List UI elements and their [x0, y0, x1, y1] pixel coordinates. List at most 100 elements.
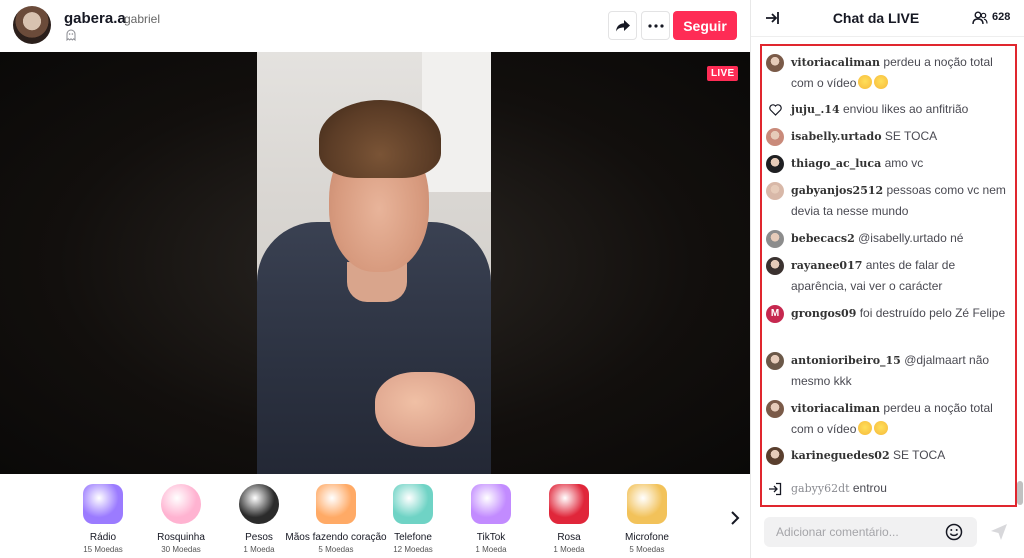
chat-username[interactable]: bebecacs2 — [791, 232, 855, 245]
host-avatar[interactable] — [13, 6, 51, 44]
comment-bar — [764, 517, 977, 547]
chat-text: entrou — [852, 481, 887, 495]
chat-message: juju_.14 enviou likes ao anfitrião — [766, 99, 1011, 120]
laughing-emoji-icon — [874, 421, 889, 435]
video-person-hair — [319, 100, 441, 178]
host-nickname: gabriel — [124, 12, 161, 26]
chat-username[interactable]: juju_.14 — [791, 103, 840, 116]
gift-item[interactable]: Microfone 5 Moedas — [592, 474, 702, 554]
send-icon[interactable] — [990, 523, 1008, 541]
chat-username[interactable]: gabyanjos2512 — [791, 184, 883, 197]
video-frame — [257, 52, 491, 474]
chat-text: SE TOCA — [892, 448, 946, 462]
gift-price: 5 Moedas — [629, 545, 665, 554]
chat-message: karineguedes02 SE TOCA — [766, 445, 1011, 466]
chat-panel: Chat da LIVE 628 vitoriacaliman perdeu a… — [750, 0, 1024, 558]
chat-message: gabyanjos2512 pessoas como vc nem devia … — [766, 180, 1011, 221]
enter-icon[interactable] — [766, 480, 784, 498]
user-avatar[interactable] — [766, 257, 784, 275]
chat-message: gabyy62dt entrou — [766, 478, 1011, 499]
chat-username[interactable]: rayanee017 — [791, 259, 862, 272]
chat-message: vitoriacaliman perdeu a noção total com … — [766, 52, 1011, 93]
user-avatar[interactable] — [766, 352, 784, 370]
viewer-count: 628 — [992, 11, 1011, 23]
live-video[interactable]: LIVE — [0, 52, 750, 474]
chat-message-body: gabyy62dt entrou — [766, 478, 1011, 499]
chat-message-body: rayanee017 antes de falar de aparência, … — [766, 255, 1011, 296]
live-badge: LIVE — [707, 66, 739, 81]
chat-message: isabelly.urtado SE TOCA — [766, 126, 1011, 147]
user-avatar[interactable] — [766, 54, 784, 72]
chat-message-body: juju_.14 enviou likes ao anfitrião — [766, 99, 1011, 120]
chat-message-body: antonioribeiro_15 @djalmaart não mesmo k… — [766, 350, 1011, 391]
chevron-right-icon[interactable] — [727, 510, 743, 526]
chat-scrollbar[interactable] — [1017, 481, 1023, 505]
user-avatar[interactable] — [766, 128, 784, 146]
host-username[interactable]: gabera.a — [64, 10, 126, 27]
chat-username[interactable]: vitoriacaliman — [791, 56, 880, 69]
chat-username[interactable]: isabelly.urtado — [791, 130, 882, 143]
laughing-emoji-icon — [874, 75, 889, 89]
gift-tray: Rádio 15 Moedas Rosquinha 30 Moedas Pesos 1 M… — [0, 474, 750, 558]
chat-text: @isabelly.urtado né — [858, 231, 964, 245]
more-dots-icon — [647, 23, 664, 28]
laughing-emoji-icon — [858, 75, 873, 89]
dumbbell-icon — [239, 484, 279, 524]
viewers-icon — [972, 11, 988, 25]
more-options-button[interactable] — [641, 11, 670, 40]
chat-message-body: karineguedes02 SE TOCA — [766, 445, 1011, 466]
user-avatar[interactable] — [766, 447, 784, 465]
tiktok-live-page: gabera.a gabriel Seguir LIVE Rádio 15 Mo… — [0, 0, 1024, 558]
finger-heart-icon — [316, 484, 356, 524]
microphone-icon — [627, 484, 667, 524]
rose-icon — [549, 484, 589, 524]
follow-button[interactable]: Seguir — [673, 11, 737, 40]
chat-message-body: isabelly.urtado SE TOCA — [766, 126, 1011, 147]
laughing-emoji-icon — [858, 421, 873, 435]
share-button[interactable] — [608, 11, 637, 40]
comment-input[interactable] — [764, 517, 944, 547]
chat-message: vitoriacaliman perdeu a noção total com … — [766, 398, 1011, 439]
emoji-icon[interactable] — [945, 523, 963, 541]
chat-message-body: vitoriacaliman perdeu a noção total com … — [766, 52, 1011, 93]
user-avatar[interactable]: M — [766, 305, 784, 323]
chat-header: Chat da LIVE 628 — [751, 0, 1024, 37]
chat-message-body: grongos09 foi destruído pelo Zé Felipe — [766, 303, 1011, 324]
chat-message: bebecacs2 @isabelly.urtado né — [766, 228, 1011, 249]
chat-text: SE TOCA — [884, 129, 938, 143]
chat-message: antonioribeiro_15 @djalmaart não mesmo k… — [766, 350, 1011, 391]
chat-text: foi destruído pelo Zé Felipe — [859, 306, 1006, 320]
chat-message: Mgrongos09 foi destruído pelo Zé Felipe — [766, 303, 1011, 324]
chat-username[interactable]: grongos09 — [791, 307, 856, 320]
chat-username[interactable]: gabyy62dt — [791, 482, 850, 495]
chat-username[interactable]: vitoriacaliman — [791, 402, 880, 415]
user-avatar[interactable] — [766, 400, 784, 418]
chat-message-body: gabyanjos2512 pessoas como vc nem devia … — [766, 180, 1011, 221]
video-person-hands — [375, 372, 475, 447]
chat-username[interactable]: karineguedes02 — [791, 449, 890, 462]
gift-name: Microfone — [625, 532, 669, 543]
ghost-icon — [66, 29, 76, 42]
live-stream-panel: gabera.a gabriel Seguir LIVE Rádio 15 Mo… — [0, 0, 750, 558]
tiktok-icon — [471, 484, 511, 524]
chat-message-list[interactable]: vitoriacaliman perdeu a noção total com … — [760, 44, 1017, 507]
chat-username[interactable]: thiago_ac_luca — [791, 157, 881, 170]
share-arrow-icon — [615, 19, 630, 31]
user-avatar[interactable] — [766, 155, 784, 173]
phone-icon — [393, 484, 433, 524]
chat-title: Chat da LIVE — [832, 10, 920, 26]
chat-text: enviou likes ao anfitrião — [842, 102, 969, 116]
radio-icon — [83, 484, 123, 524]
chat-message-body: vitoriacaliman perdeu a noção total com … — [766, 398, 1011, 439]
heart-icon[interactable] — [766, 101, 784, 119]
chat-message-body: bebecacs2 @isabelly.urtado né — [766, 228, 1011, 249]
chat-message-body: thiago_ac_luca amo vc — [766, 153, 1011, 174]
user-avatar[interactable] — [766, 230, 784, 248]
user-avatar[interactable] — [766, 182, 784, 200]
donut-icon — [161, 484, 201, 524]
chat-username[interactable]: antonioribeiro_15 — [791, 354, 901, 367]
chat-text: amo vc — [884, 156, 924, 170]
chat-message: rayanee017 antes de falar de aparência, … — [766, 255, 1011, 296]
stream-header: gabera.a gabriel Seguir — [0, 0, 750, 52]
chat-message: thiago_ac_luca amo vc — [766, 153, 1011, 174]
